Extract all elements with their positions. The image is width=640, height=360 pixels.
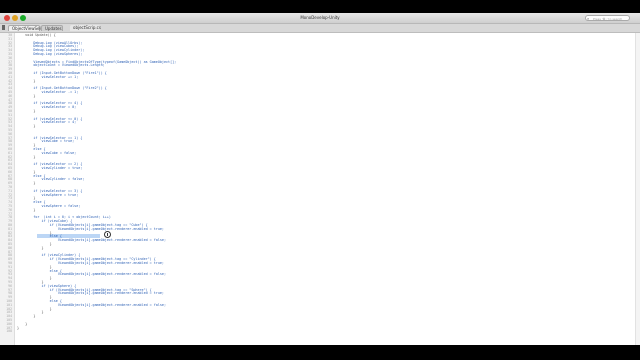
line-number: 108 [6, 329, 12, 334]
ide-window: MonoDevelop-Unity ⌕ Press '⌘.' to search… [0, 13, 640, 345]
code-line[interactable]: } [17, 155, 35, 160]
code-line[interactable]: } [17, 326, 19, 331]
code-line[interactable]: void Update() { [17, 33, 56, 38]
document-list-icon[interactable] [2, 25, 5, 30]
code-line[interactable]: } [17, 314, 35, 319]
code-line[interactable]: } [17, 124, 35, 129]
code-line[interactable]: } [17, 109, 35, 114]
code-line[interactable]: } [17, 246, 43, 251]
code-line[interactable]: Debug.Log (viewSpheres); [17, 52, 82, 57]
code-line[interactable]: } [17, 94, 35, 99]
code-line[interactable]: } [17, 208, 35, 213]
document-tab-bar: ObjectViewSelector.cs Updates objectScri… [0, 24, 640, 33]
code-editor[interactable]: 30 31 32 33 34 35 36 37 38 39 40 41 42 43 44 45 46 47 48 49… [0, 33, 640, 345]
title-bar: MonoDevelop-Unity ⌕ Press '⌘.' to search [0, 13, 640, 24]
code-line[interactable]: objectCount = ViewedObjects.Length; [17, 64, 104, 68]
tab-updates[interactable]: Updates [41, 25, 63, 31]
vertical-scrollbar[interactable] [635, 33, 640, 345]
search-input[interactable]: ⌕ Press '⌘.' to search [585, 15, 630, 21]
search-icon: ⌕ [587, 16, 590, 21]
line-number-gutter: 30 31 32 33 34 35 36 37 38 39 40 41 42 43 44 45 46 47 48 49… [0, 33, 15, 345]
search-placeholder: Press '⌘.' to search [593, 17, 623, 21]
tab-objectviewselector[interactable]: ObjectViewSelector.cs [8, 25, 56, 31]
window-title: MonoDevelop-Unity [300, 15, 340, 20]
code-line[interactable]: } [17, 181, 35, 186]
code-line[interactable]: } [17, 79, 35, 84]
mouse-pointer-icon [104, 231, 111, 238]
tab-objectscrip[interactable]: objectScrip.cs [70, 25, 101, 31]
